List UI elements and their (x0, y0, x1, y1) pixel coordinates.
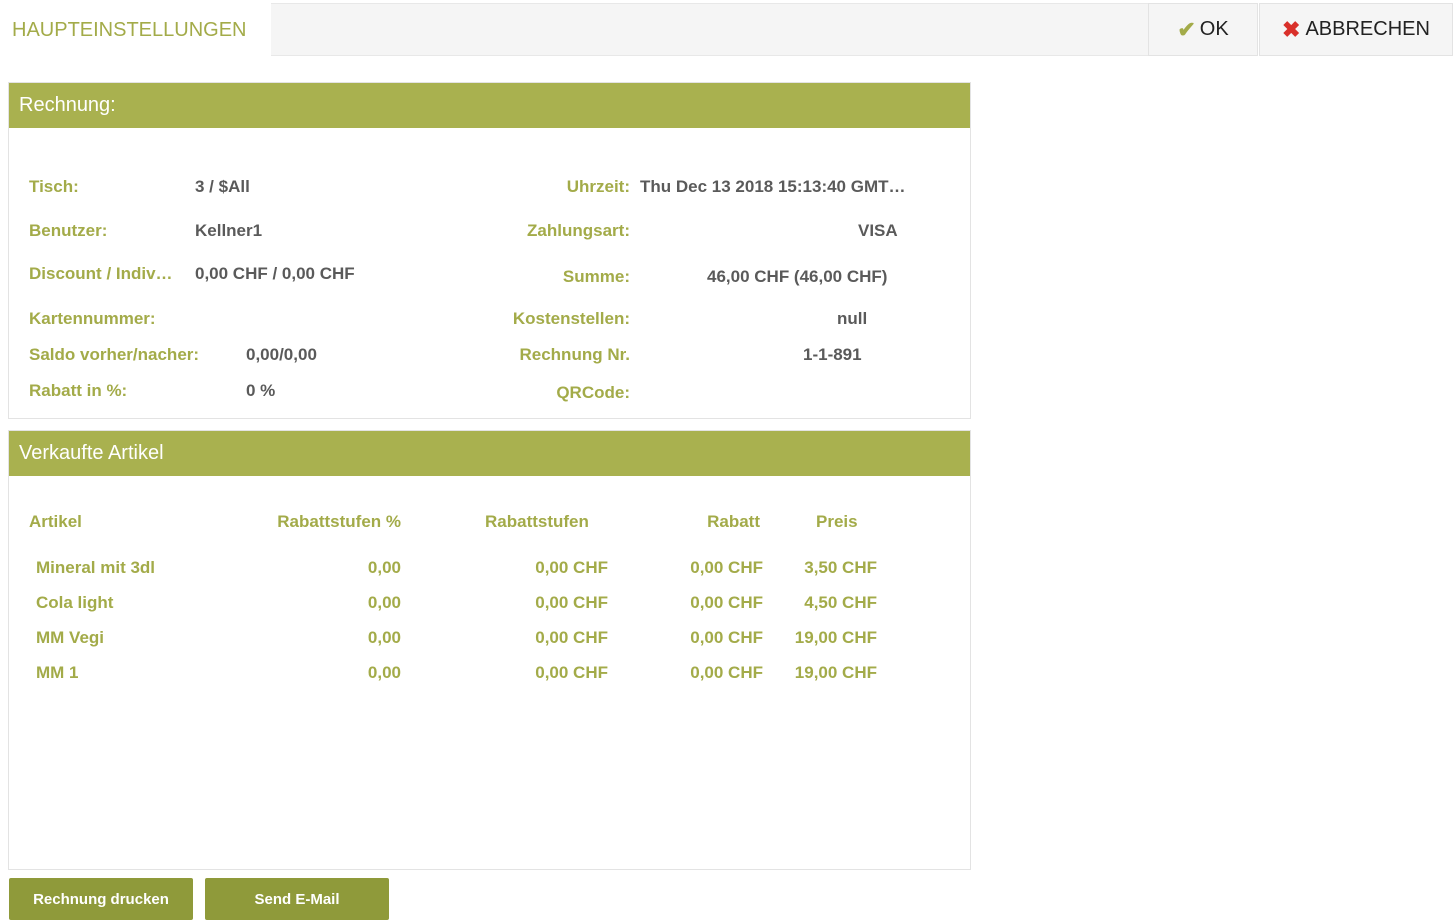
cost-center-label: Kostenstellen: (512, 309, 630, 328)
send-email-button[interactable]: Send E-Mail (205, 878, 389, 920)
page-title[interactable]: HAUPTEINSTELLUNGEN (0, 2, 271, 58)
checkmark-icon: ✔ (1177, 16, 1196, 42)
column-header-discount-percent: Rabattstufen % (277, 512, 401, 531)
cell-discount: 0,00 CHF (690, 593, 763, 612)
user-label: Benutzer: (29, 221, 108, 240)
invoice-panel: Rechnung: Tisch: 3 / $All Benutzer: Kell… (8, 82, 971, 419)
qrcode-label: QRCode: (556, 383, 630, 402)
cell-discount-percent: 0,00 (367, 558, 401, 577)
column-header-price: Preis (816, 512, 858, 531)
cell-article: MM 1 (36, 663, 79, 682)
column-header-discount: Rabatt (707, 512, 760, 531)
cost-center-value: null (837, 309, 868, 328)
invoice-number-value: 1-1-891 (803, 345, 862, 364)
cancel-label: ABBRECHEN (1305, 18, 1430, 40)
discount-percent-label: Rabatt in %: (29, 381, 128, 400)
ok-button[interactable]: ✔ OK (1148, 3, 1258, 56)
balance-value: 0,00/0,00 (246, 345, 317, 364)
cancel-button[interactable]: ✖ ABBRECHEN (1259, 3, 1453, 56)
cell-price: 19,00 CHF (794, 663, 877, 682)
time-label: Uhrzeit: (566, 177, 630, 196)
cell-discount-percent: 0,00 (367, 593, 401, 612)
discount-percent-value: 0 % (246, 381, 276, 400)
sum-value: 46,00 CHF (46,00 CHF) (707, 267, 888, 286)
discount-label: Discount / Indiv… (29, 264, 173, 283)
user-value: Kellner1 (195, 221, 263, 240)
cell-discount-percent: 0,00 (367, 663, 401, 682)
time-value: Thu Dec 13 2018 15:13:40 GMT… (640, 177, 906, 196)
cell-price: 19,00 CHF (794, 628, 877, 647)
sold-items-panel: Verkaufte Artikel Artikel Rabattstufen %… (8, 430, 971, 870)
cell-discount-levels: 0,00 CHF (535, 663, 608, 682)
table-label: Tisch: (29, 177, 79, 196)
discount-value: 0,00 CHF / 0,00 CHF (195, 264, 355, 283)
sold-items-heading: Verkaufte Artikel (9, 431, 970, 476)
top-bar-spacer (271, 3, 1148, 56)
cell-article: MM Vegi (36, 628, 105, 647)
sum-label: Summe: (562, 267, 630, 286)
cell-discount-percent: 0,00 (367, 628, 401, 647)
invoice-heading: Rechnung: (9, 83, 970, 128)
payment-method-value: VISA (858, 221, 898, 240)
column-header-discount-levels: Rabattstufen (485, 512, 589, 531)
ok-label: OK (1199, 18, 1229, 40)
balance-label: Saldo vorher/nacher: (29, 345, 200, 364)
card-number-label: Kartennummer: (29, 309, 156, 328)
top-bar: HAUPTEINSTELLUNGEN ✔ OK ✖ ABBRECHEN (0, 0, 1453, 58)
payment-method-label: Zahlungsart: (527, 221, 630, 240)
cell-discount: 0,00 CHF (690, 663, 763, 682)
cell-article: Mineral mit 3dl (36, 558, 156, 577)
column-header-article: Artikel (29, 512, 82, 531)
cell-discount-levels: 0,00 CHF (535, 593, 608, 612)
cell-discount-levels: 0,00 CHF (535, 558, 608, 577)
cell-price: 3,50 CHF (804, 558, 877, 577)
cell-discount: 0,00 CHF (690, 558, 763, 577)
invoice-number-label: Rechnung Nr. (519, 345, 630, 364)
cell-article: Cola light (36, 593, 114, 612)
cell-price: 4,50 CHF (804, 593, 877, 612)
cell-discount-levels: 0,00 CHF (535, 628, 608, 647)
cell-discount: 0,00 CHF (690, 628, 763, 647)
table-value: 3 / $All (195, 177, 250, 196)
x-icon: ✖ (1282, 16, 1301, 42)
print-invoice-button[interactable]: Rechnung drucken (9, 878, 193, 920)
